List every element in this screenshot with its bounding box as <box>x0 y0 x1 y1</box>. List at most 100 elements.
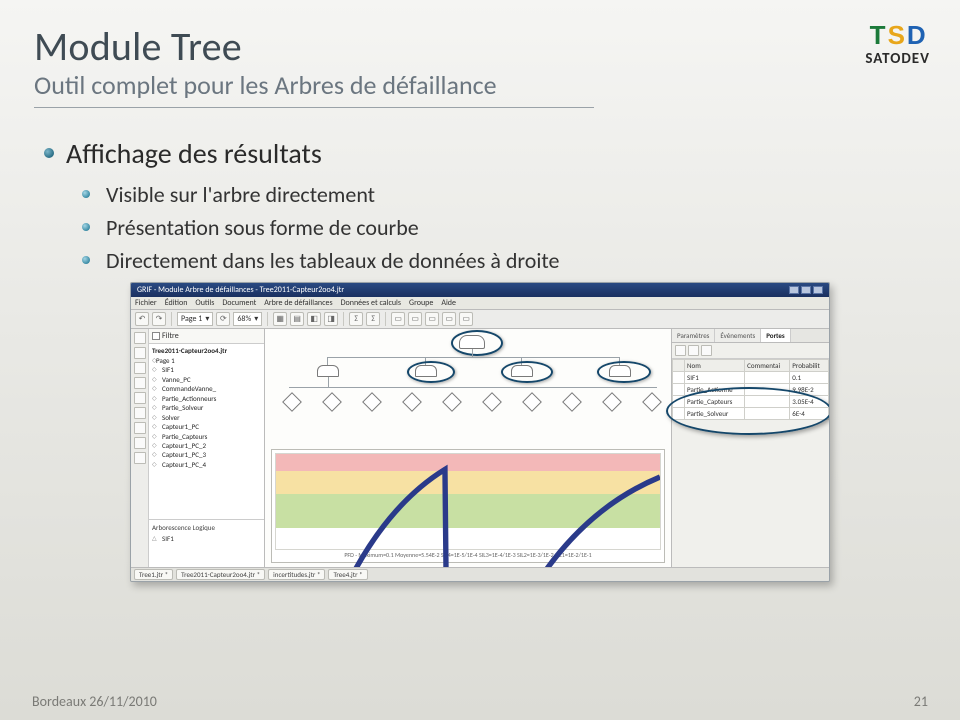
col-comment[interactable]: Commentai <box>745 360 790 372</box>
window-title: GRIF - Module Arbre de défaillances - Tr… <box>137 285 344 295</box>
tree-node[interactable]: Capteur1_PC <box>152 422 261 431</box>
bullet-sub: Présentation sous forme de courbe <box>106 214 916 241</box>
menu-item[interactable]: Document <box>222 298 256 308</box>
bullet-sub: Visible sur l'arbre directement <box>106 181 916 208</box>
highlight-ellipse <box>501 361 553 383</box>
tree-node[interactable]: Partie_Solveur <box>152 403 261 412</box>
slide-subtitle: Outil complet pour les Arbres de défaill… <box>34 69 926 101</box>
refresh-icon[interactable]: ⟳ <box>216 312 230 326</box>
logic-title: Arborescence Logique <box>152 523 261 532</box>
menu-item[interactable]: Arbre de défaillances <box>264 298 332 308</box>
tree-file[interactable]: Tree2011-Capteur2oo4.jtr <box>152 346 261 355</box>
header-rule <box>34 107 594 108</box>
bullet-main: Affichage des résultats <box>66 136 916 171</box>
menu-item[interactable]: Données et calculs <box>341 298 401 308</box>
col-prob[interactable]: Probabilit <box>790 360 829 372</box>
tree-node[interactable]: SIF1 <box>152 365 261 374</box>
chart: PFD - Maximum=0.1 Moyenne=5.54E-2 SIL4=1… <box>271 449 665 563</box>
shape-icon[interactable] <box>134 407 146 419</box>
tool-icon[interactable]: ◨ <box>324 312 338 326</box>
filter-checkbox[interactable] <box>152 332 160 340</box>
shape-icon[interactable] <box>134 362 146 374</box>
menu-item[interactable]: Groupe <box>409 298 433 308</box>
table-row: SIF1 0.1 <box>673 372 829 384</box>
tree-area[interactable]: Tree2011-Capteur2oo4.jtr Page 1 SIF1 Van… <box>149 344 264 519</box>
tree-node[interactable]: Capteur1_PC_3 <box>152 450 261 459</box>
doc-tab[interactable]: Tree4.jtr * <box>328 569 367 580</box>
tool-icon[interactable]: ▭ <box>391 312 405 326</box>
tree-node[interactable]: Partie_Capteurs <box>152 432 261 441</box>
filter-row: Filtre <box>149 329 264 344</box>
menubar: Fichier Édition Outils Document Arbre de… <box>131 297 829 310</box>
slide-header: Module Tree Outil complet pour les Arbre… <box>0 0 960 114</box>
redo-icon[interactable]: ↷ <box>152 312 166 326</box>
tool-icon[interactable]: ▭ <box>408 312 422 326</box>
shape-icon[interactable] <box>134 437 146 449</box>
tree-node[interactable]: Partie_Actionneurs <box>152 394 261 403</box>
col-nom[interactable]: Nom <box>685 360 745 372</box>
import-icon[interactable] <box>701 345 712 356</box>
window-titlebar: GRIF - Module Arbre de défaillances - Tr… <box>131 283 829 297</box>
tree-node[interactable]: Capteur1_PC_2 <box>152 441 261 450</box>
fault-tree-diagram <box>269 333 667 445</box>
footer-left: Bordeaux 26/11/2010 <box>32 693 157 710</box>
logo: T S D SATODEV <box>865 22 930 68</box>
sigma-icon[interactable]: Σ <box>349 312 363 326</box>
highlight-ellipse <box>451 330 503 356</box>
tab-evenements[interactable]: Événements <box>715 329 761 342</box>
zoom-select[interactable]: 68%▾ <box>233 312 262 326</box>
logo-letter-d: D <box>907 22 926 48</box>
logo-letter-s: S <box>888 22 905 48</box>
cursor-icon[interactable] <box>134 332 146 344</box>
toolbar: ↶ ↷ Page 1▾ ⟳ 68%▾ ▦ ▤ ◧ ◨ Σ Σ ▭ ▭ ▭ ▭ ▭ <box>131 310 829 329</box>
minimize-icon[interactable] <box>789 286 799 294</box>
maximize-icon[interactable] <box>801 286 811 294</box>
sigma-icon[interactable]: Σ <box>366 312 380 326</box>
logic-pane: Arborescence Logique SIF1 <box>149 519 264 567</box>
shape-icon[interactable] <box>134 347 146 359</box>
tool-icon[interactable]: ▭ <box>425 312 439 326</box>
logo-letter-t: T <box>870 22 886 48</box>
shape-icon[interactable] <box>134 392 146 404</box>
tool-icon[interactable]: ▤ <box>290 312 304 326</box>
menu-item[interactable]: Outils <box>195 298 214 308</box>
tool-icon[interactable]: ▭ <box>442 312 456 326</box>
menu-item[interactable]: Aide <box>441 298 456 308</box>
shape-icon[interactable] <box>134 377 146 389</box>
delete-icon[interactable] <box>688 345 699 356</box>
tree-node[interactable]: CommandeVanne_ <box>152 384 261 393</box>
window-controls <box>789 286 823 294</box>
canvas[interactable]: PFD - Maximum=0.1 Moyenne=5.54E-2 SIL4=1… <box>265 329 671 567</box>
tab-portes[interactable]: Portes <box>761 329 791 342</box>
highlight-ellipse <box>407 361 455 383</box>
tree-node[interactable]: Capteur1_PC_4 <box>152 460 261 469</box>
highlight-ellipse <box>597 361 651 383</box>
slide-number: 21 <box>914 693 928 710</box>
shape-icon[interactable] <box>134 422 146 434</box>
menu-item[interactable]: Édition <box>165 298 188 308</box>
document-tabs: Tree1.jtr * Tree2011-Capteur2oo4.jtr * i… <box>131 567 829 581</box>
undo-icon[interactable]: ↶ <box>135 312 149 326</box>
tab-parametres[interactable]: Paramètres <box>672 329 715 342</box>
doc-tab[interactable]: incertitudes.jtr * <box>268 569 325 580</box>
left-panel: Filtre Tree2011-Capteur2oo4.jtr Page 1 S… <box>131 329 265 567</box>
right-tabs: Paramètres Événements Portes <box>672 329 829 343</box>
menu-item[interactable]: Fichier <box>135 298 157 308</box>
logic-root[interactable]: SIF1 <box>152 534 261 543</box>
tool-icon[interactable]: ◧ <box>307 312 321 326</box>
slide-content: Affichage des résultats Visible sur l'ar… <box>0 114 960 582</box>
doc-tab[interactable]: Tree1.jtr * <box>134 569 173 580</box>
shape-icon[interactable] <box>134 452 146 464</box>
tool-strip <box>131 329 149 567</box>
tree-node[interactable]: Solver <box>152 413 261 422</box>
chart-plot <box>275 453 661 550</box>
close-icon[interactable] <box>813 286 823 294</box>
add-icon[interactable] <box>675 345 686 356</box>
tree-node[interactable]: Vanne_PC <box>152 375 261 384</box>
page-select[interactable]: Page 1▾ <box>177 312 213 326</box>
tool-icon[interactable]: ▦ <box>273 312 287 326</box>
doc-tab[interactable]: Tree2011-Capteur2oo4.jtr * <box>176 569 265 580</box>
logo-subtext: SATODEV <box>865 50 930 68</box>
tool-icon[interactable]: ▭ <box>459 312 473 326</box>
tree-page[interactable]: Page 1 <box>152 356 261 365</box>
